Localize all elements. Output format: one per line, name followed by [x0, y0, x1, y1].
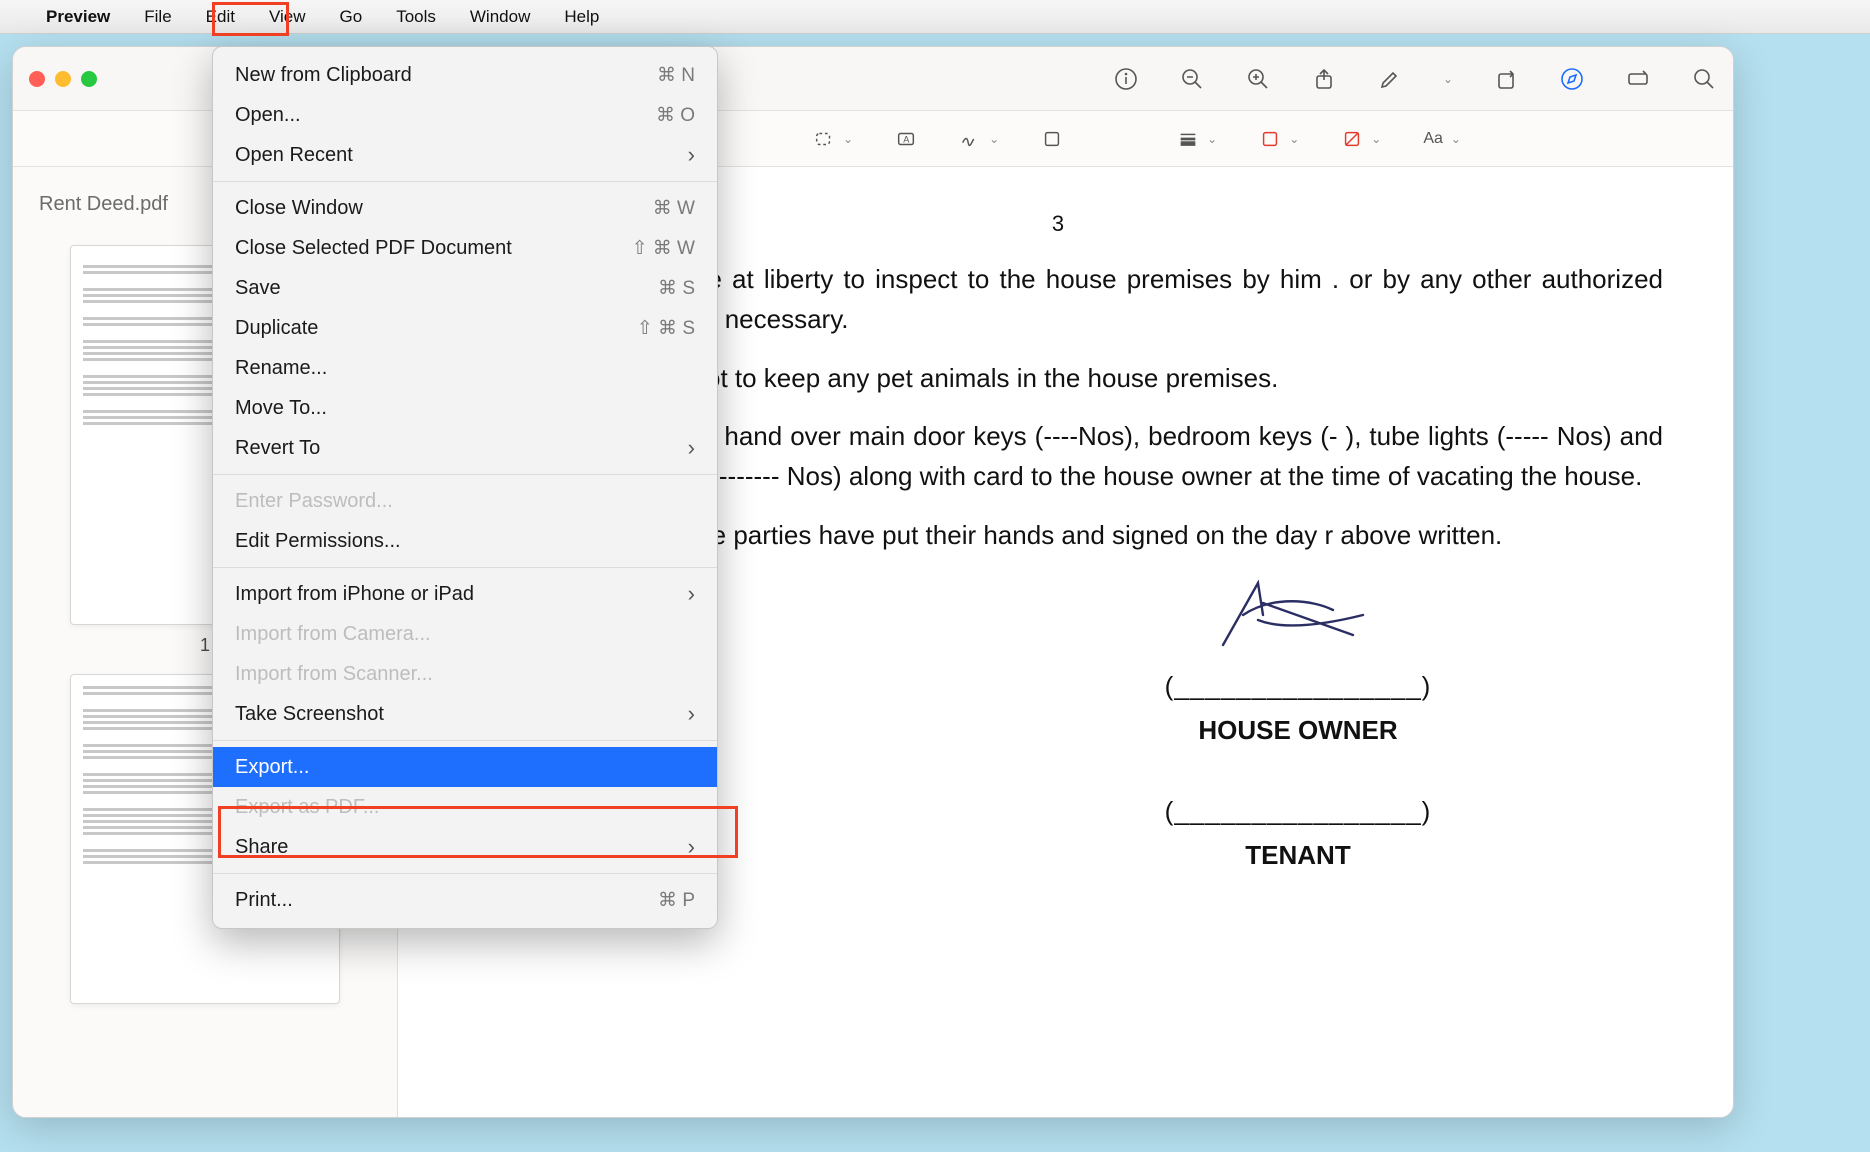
info-icon[interactable]: [1113, 66, 1139, 92]
text-tool[interactable]: A: [895, 128, 917, 150]
highlight-icon[interactable]: [1377, 66, 1403, 92]
tenant-label: TENANT: [933, 835, 1663, 875]
line-weight-tool[interactable]: ⌄: [1177, 128, 1217, 150]
sign-tool[interactable]: ⌄: [959, 128, 999, 150]
menu-item-open-recent[interactable]: Open Recent: [213, 135, 717, 175]
menu-item-move-to[interactable]: Move To...: [213, 388, 717, 428]
note-tool[interactable]: [1041, 128, 1063, 150]
window-controls: [29, 71, 97, 87]
menu-item-enter-password: Enter Password...: [213, 481, 717, 521]
markup-icon[interactable]: [1559, 66, 1585, 92]
menu-tools[interactable]: Tools: [390, 5, 442, 29]
menu-item-import-from-camera: Import from Camera...: [213, 614, 717, 654]
zoom-in-icon[interactable]: [1245, 66, 1271, 92]
border-color-tool[interactable]: ⌄: [1259, 128, 1299, 150]
svg-text:A: A: [903, 134, 910, 144]
menu-item-export-as-pdf: Export as PDF...: [213, 787, 717, 827]
menu-item-take-screenshot[interactable]: Take Screenshot: [213, 694, 717, 734]
menu-item-share[interactable]: Share: [213, 827, 717, 867]
menu-item-close-selected-pdf-document[interactable]: Close Selected PDF Document⇧ ⌘ W: [213, 228, 717, 268]
menu-item-open[interactable]: Open...⌘ O: [213, 95, 717, 135]
minimize-window-button[interactable]: [55, 71, 71, 87]
menu-edit[interactable]: Edit: [200, 5, 241, 29]
fullscreen-window-button[interactable]: [81, 71, 97, 87]
search-icon[interactable]: [1691, 66, 1717, 92]
menu-item-export[interactable]: Export...: [213, 747, 717, 787]
menu-file[interactable]: File: [138, 5, 177, 29]
file-dropdown-menu: New from Clipboard⌘ NOpen...⌘ OOpen Rece…: [212, 46, 718, 929]
menu-item-import-from-scanner: Import from Scanner...: [213, 654, 717, 694]
house-owner-label: HOUSE OWNER: [933, 710, 1663, 750]
menu-item-save[interactable]: Save⌘ S: [213, 268, 717, 308]
menu-item-duplicate[interactable]: Duplicate⇧ ⌘ S: [213, 308, 717, 348]
menu-item-print[interactable]: Print...⌘ P: [213, 880, 717, 920]
share-icon[interactable]: [1311, 66, 1337, 92]
menu-go[interactable]: Go: [334, 5, 369, 29]
menubar: Preview File Edit View Go Tools Window H…: [0, 0, 1870, 34]
menu-item-rename[interactable]: Rename...: [213, 348, 717, 388]
signature-icon: [1203, 575, 1393, 655]
text-style-tool[interactable]: Aa⌄: [1423, 130, 1461, 148]
form-icon[interactable]: [1625, 66, 1651, 92]
document-title: Rent Deed.pdf: [39, 193, 168, 216]
fill-color-tool[interactable]: ⌄: [1341, 128, 1381, 150]
menu-item-revert-to[interactable]: Revert To: [213, 428, 717, 468]
close-window-button[interactable]: [29, 71, 45, 87]
highlight-chevron-icon[interactable]: ⌄: [1443, 72, 1453, 86]
menu-view[interactable]: View: [263, 5, 312, 29]
selection-tool[interactable]: ⌄: [813, 128, 853, 150]
menu-item-edit-permissions[interactable]: Edit Permissions...: [213, 521, 717, 561]
menu-help[interactable]: Help: [558, 5, 605, 29]
menu-window[interactable]: Window: [464, 5, 536, 29]
zoom-out-icon[interactable]: [1179, 66, 1205, 92]
menu-item-import-from-iphone-or-ipad[interactable]: Import from iPhone or iPad: [213, 574, 717, 614]
menu-item-new-from-clipboard[interactable]: New from Clipboard⌘ N: [213, 55, 717, 95]
menu-app[interactable]: Preview: [40, 5, 116, 29]
menu-item-close-window[interactable]: Close Window⌘ W: [213, 188, 717, 228]
rotate-icon[interactable]: [1493, 66, 1519, 92]
